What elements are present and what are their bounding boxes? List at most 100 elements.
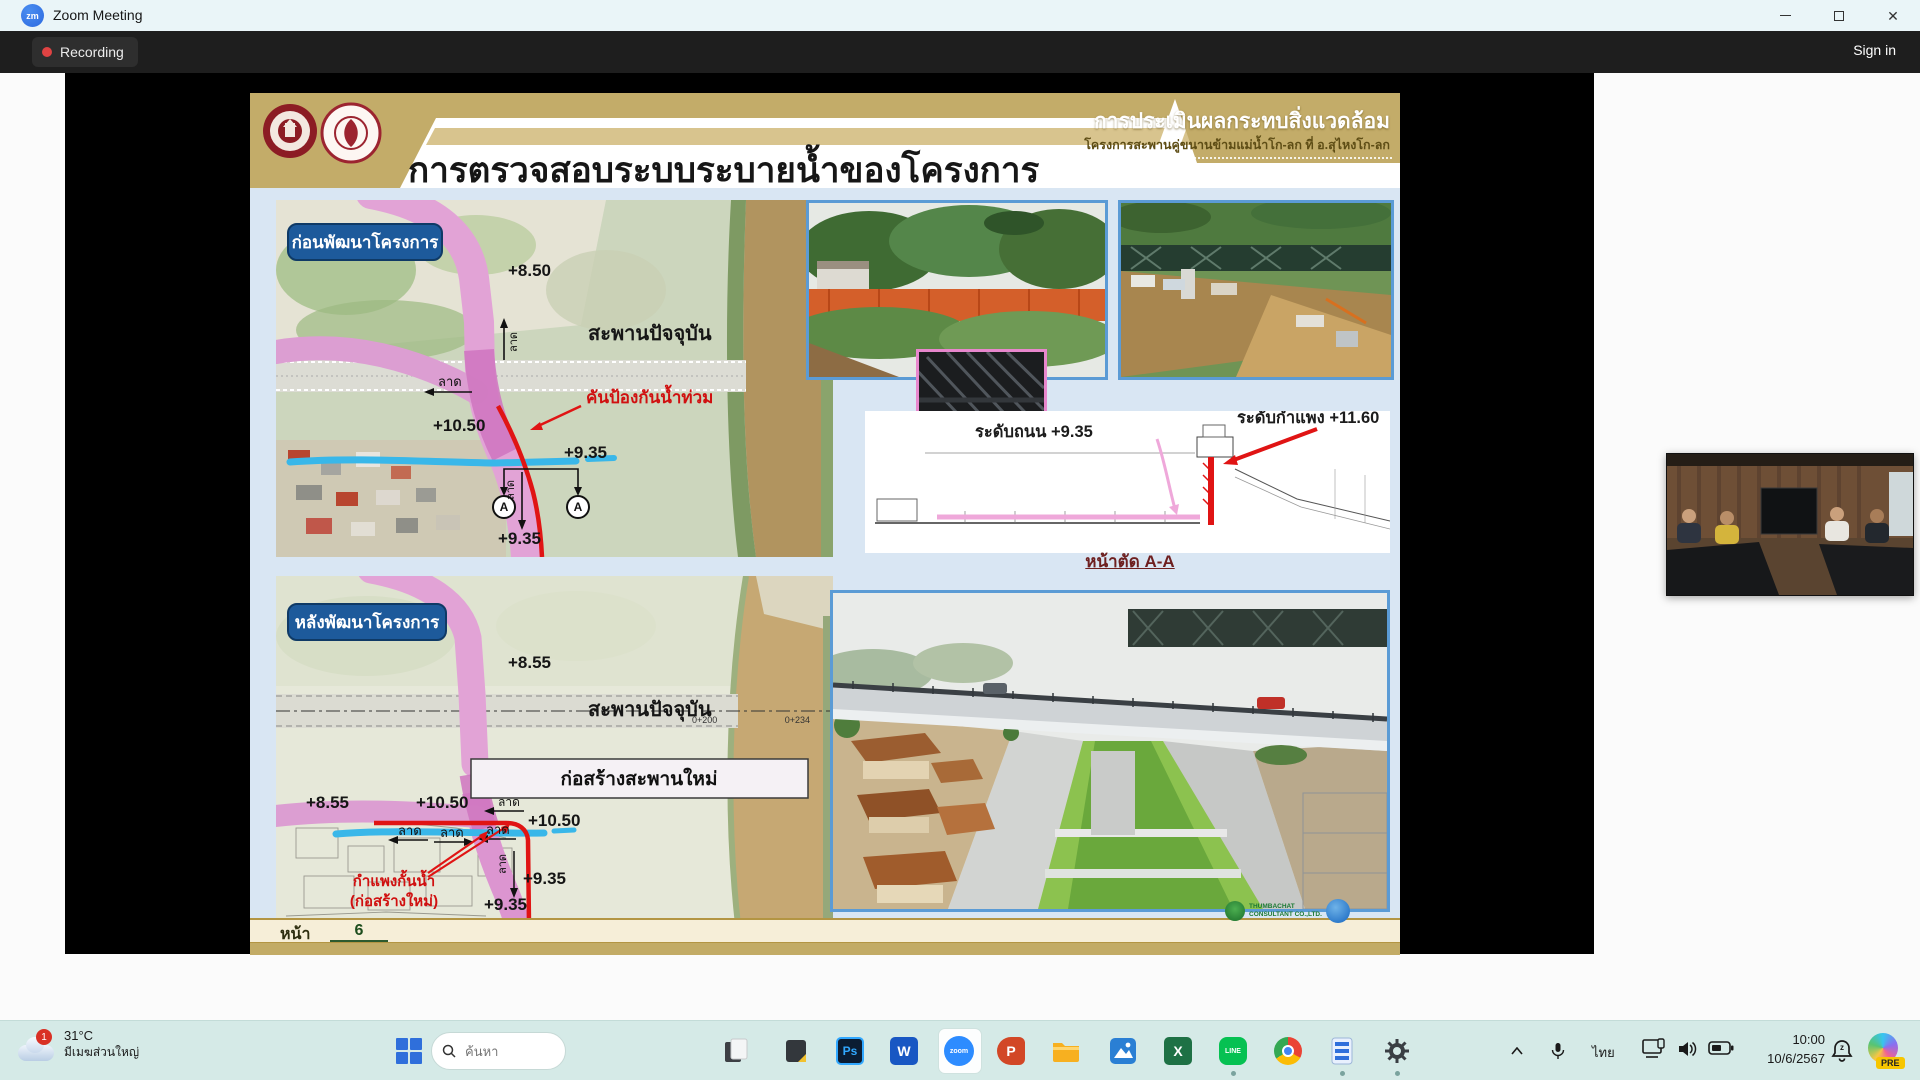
excel-app-icon[interactable]: X [1163,1036,1193,1066]
maximize-button[interactable] [1812,0,1866,31]
cross-section-panel: ระดับถนน +9.35 ระดับกำแพง +11.60 [865,411,1390,553]
maximize-icon [1834,11,1844,21]
consultant-tree-logo-icon [1225,901,1245,921]
cloud-icon: 1 [18,1037,56,1063]
file-explorer-icon[interactable] [1051,1036,1081,1066]
level-9-35-right: +9.35 [564,443,607,462]
notebook-app-icon[interactable] [1327,1036,1357,1066]
recording-dot-icon [42,47,52,57]
weather-temp: 31°C [64,1028,139,1043]
slope-label-v1: ลาด [508,332,520,352]
zoom-menubar: Recording Sign in [0,31,1920,73]
slope-label-v2: ลาด [505,480,517,500]
tray-cast-screen-icon[interactable] [1642,1038,1666,1060]
tray-date: 10/6/2567 [1745,1050,1825,1069]
settings-running-dot [1395,1071,1400,1076]
wall-level-label: ระดับกำแพง +11.60 [1237,411,1379,427]
participant-video-thumbnail[interactable] [1666,453,1914,596]
section-caption: หน้าตัด A-A [1050,548,1210,575]
slide-bottom-band [250,943,1400,955]
tray-battery-icon[interactable] [1708,1041,1734,1055]
chainage-0-234: 0+234 [785,715,810,725]
window-title: Zoom Meeting [53,7,142,23]
render-3d-bridge [830,590,1390,912]
tray-notification-bell-icon[interactable]: z [1830,1038,1854,1064]
search-input[interactable] [463,1043,548,1060]
photo-bridge-aerial [1118,200,1394,380]
tray-microphone-icon[interactable] [1546,1039,1570,1063]
recording-indicator[interactable]: Recording [32,37,138,67]
new-bridge-label: ก่อสร้างสะพานใหม่ [561,767,718,790]
section-marker-a2: A [574,500,583,514]
car-red [1257,697,1285,709]
taskbar-search[interactable] [431,1032,566,1070]
line-running-dot [1231,1071,1236,1076]
road-level-label: ระดับถนน +9.35 [975,423,1093,441]
photos-app-icon[interactable] [1108,1036,1138,1066]
slope-label-1: ลาด [398,823,422,838]
meeting-room-video [1667,454,1913,595]
search-icon [442,1044,456,1058]
settings-gear-icon[interactable] [1382,1036,1412,1066]
tray-chevron-up[interactable] [1505,1039,1529,1063]
section-marker-a1: A [500,500,509,514]
chrome-app-icon[interactable] [1273,1036,1303,1066]
level-8-50: +8.50 [508,261,551,280]
map-before-development: ก่อนพัฒนาโครงการ +8.50 ลาด สะพานปัจจุบัน… [276,200,833,557]
level-9-35-bottom: +9.35 [484,895,527,914]
weather-widget[interactable]: 1 31°C มีเมฆส่วนใหญ่ [18,1027,139,1063]
slide-header: การประเมินผลกระทบสิ่งแวดล้อม โครงการสะพา… [250,93,1400,188]
sign-in-button[interactable]: Sign in [1853,42,1896,58]
notebook-running-dot [1340,1071,1345,1076]
close-button[interactable]: ✕ [1866,0,1920,31]
presentation-slide: การประเมินผลกระทบสิ่งแวดล้อม โครงการสะพา… [250,93,1400,955]
wall-label-1: กำแพงกั้นน้ำ [353,869,435,890]
tray-speaker-icon[interactable] [1678,1040,1700,1058]
consultant-logos: THUMBACHAT CONSULTANT CO.,LTD. [1225,899,1350,923]
zoom-app-icon: zm [21,4,44,27]
existing-bridge-label: สะพานปัจจุบัน [588,323,712,346]
map-after-development: ก่อสร้างสะพานใหม่ หลังพัฒนาโครงการ [276,576,833,925]
slope-label-3: ลาด [486,822,510,837]
level-10-50-road: +10.50 [528,811,580,830]
window-titlebar: zm Zoom Meeting ✕ [0,0,1920,31]
copilot-pre-badge: PRE [1876,1057,1905,1069]
page-number: 6 [330,922,388,942]
photoshop-app-icon[interactable]: Ps [835,1036,865,1066]
start-button[interactable] [396,1038,422,1064]
chainage-0-200: 0+200 [692,715,717,725]
tray-language[interactable]: ไทย [1592,1042,1615,1063]
river-area [730,576,833,925]
screen-share-canvas: การประเมินผลกระทบสิ่งแวดล้อม โครงการสะพา… [65,73,1594,954]
stream-line [290,460,576,463]
slope-label-left: ลาด [438,374,462,389]
zoom-app-taskbar-icon[interactable]: zoom [944,1036,974,1066]
level-9-35-bottom: +9.35 [498,529,541,548]
notes-app-icon[interactable] [781,1036,811,1066]
department-seal-icon [321,103,381,163]
weather-condition: มีเมฆส่วนใหญ่ [64,1043,139,1062]
badge-before-label: ก่อนพัฒนาโครงการ [292,232,440,252]
eia-title: การประเมินผลกระทบสิ่งแวดล้อม [870,105,1390,138]
slope-label-v: ลาด [497,854,509,874]
wall-label-2: (ก่อสร้างใหม่) [350,892,438,910]
svg-text:z: z [1840,1043,1844,1052]
globe-logo-icon [1326,899,1350,923]
tray-time: 10:00 [1745,1031,1825,1050]
badge-after-label: หลังพัฒนาโครงการ [295,612,440,632]
level-8-55-left: +8.55 [306,793,349,812]
line-app-icon[interactable]: LINE [1218,1036,1248,1066]
level-8-55-top: +8.55 [508,653,551,672]
notepad-app-icon[interactable] [721,1036,751,1066]
tray-clock[interactable]: 10:00 10/6/2567 [1745,1031,1825,1069]
screen: zm Zoom Meeting ✕ Recording Sign in [0,0,1920,1080]
university-seal-icon [263,104,317,158]
chrome-center [1282,1045,1294,1057]
word-app-icon[interactable]: W [889,1036,919,1066]
recording-label: Recording [60,44,124,60]
levee-label: คันป้องกันน้ำท่วม [586,384,713,407]
close-icon: ✕ [1887,9,1899,23]
minimize-button[interactable] [1758,0,1812,31]
powerpoint-app-icon[interactable]: P [996,1036,1026,1066]
level-10-50-mid: +10.50 [416,793,468,812]
